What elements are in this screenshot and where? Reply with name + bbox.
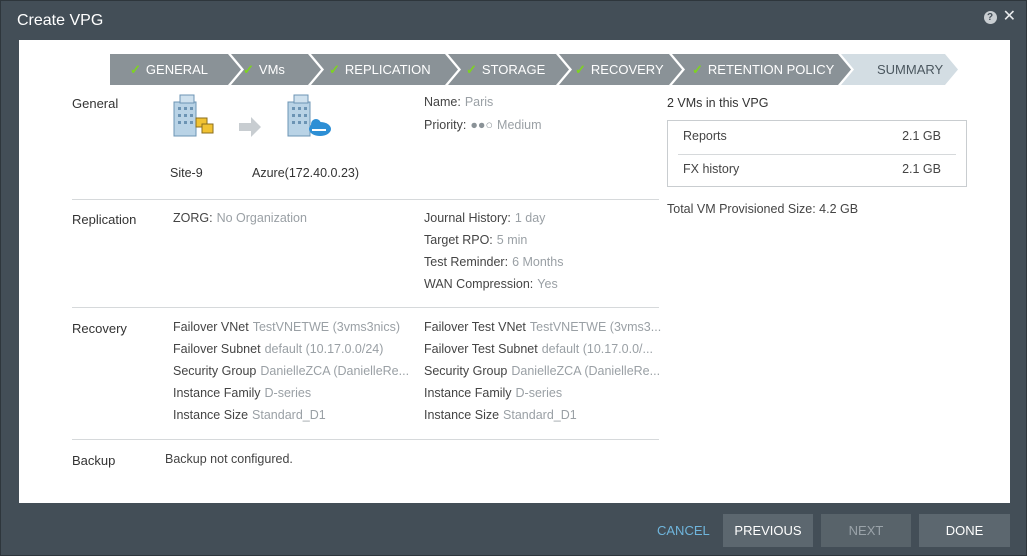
divider bbox=[72, 439, 659, 440]
target-site-name: Azure(172.40.0.23) bbox=[252, 166, 360, 180]
check-icon: ✓ bbox=[575, 62, 586, 77]
cancel-button[interactable]: CANCEL bbox=[657, 523, 710, 538]
wan-compression-row: WAN Compression: Yes bbox=[424, 277, 558, 291]
vm-name: Reports bbox=[683, 129, 727, 143]
close-icon[interactable]: ✕ bbox=[1003, 9, 1016, 25]
section-replication-label: Replication bbox=[72, 212, 137, 227]
source-site-icon bbox=[173, 94, 214, 137]
window-controls: ? ✕ bbox=[983, 9, 1016, 25]
step-retention-policy[interactable]: ✓ RETENTION POLICY bbox=[672, 54, 851, 85]
check-icon: ✓ bbox=[466, 62, 477, 77]
instance-family-row: Instance Family D-series bbox=[173, 386, 312, 400]
step-summary[interactable]: SUMMARY bbox=[841, 54, 958, 85]
vpg-priority-row: Priority: ●●○ Medium bbox=[424, 118, 542, 132]
test-security-group-row: Security Group DanielleZCA (DanielleRe... bbox=[424, 364, 661, 378]
divider bbox=[72, 199, 659, 200]
source-site-name: Site-9 bbox=[170, 166, 203, 180]
vm-list: Reports 2.1 GB FX history 2.1 GB bbox=[667, 120, 967, 187]
list-item[interactable]: Reports 2.1 GB bbox=[683, 121, 941, 153]
failover-subnet-row: Failover Subnet default (10.17.0.0/24) bbox=[173, 342, 384, 356]
check-icon: ✓ bbox=[329, 62, 340, 77]
check-icon: ✓ bbox=[692, 62, 703, 77]
total-provisioned-size: Total VM Provisioned Size: 4.2 GB bbox=[667, 202, 859, 216]
help-icon[interactable]: ? bbox=[983, 10, 997, 24]
failover-test-vnet-row: Failover Test VNet TestVNETWE (3vms3... bbox=[424, 320, 662, 334]
backup-status: Backup not configured. bbox=[165, 452, 293, 466]
vm-size: 2.1 GB bbox=[902, 162, 941, 176]
vm-size: 2.1 GB bbox=[902, 129, 941, 143]
failover-test-subnet-row: Failover Test Subnet default (10.17.0.0/.… bbox=[424, 342, 653, 356]
test-reminder-row: Test Reminder: 6 Months bbox=[424, 255, 564, 269]
check-icon: ✓ bbox=[130, 62, 141, 77]
vpg-name-row: Name: Paris bbox=[424, 95, 494, 109]
step-general[interactable]: ✓ GENERAL bbox=[110, 54, 241, 85]
check-icon: ✓ bbox=[243, 62, 254, 77]
step-replication[interactable]: ✓ REPLICATION bbox=[311, 54, 458, 85]
create-vpg-dialog: Create VPG ? ✕ ✓ GENERAL ✓ VMs ✓ REPLICATIO… bbox=[0, 0, 1027, 556]
test-instance-size-row: Instance Size Standard_D1 bbox=[424, 408, 577, 422]
instance-size-row: Instance Size Standard_D1 bbox=[173, 408, 326, 422]
vms-heading: 2 VMs in this VPG bbox=[667, 96, 769, 110]
failover-vnet-row: Failover VNet TestVNETWE (3vms3nics) bbox=[173, 320, 400, 334]
list-item[interactable]: FX history 2.1 GB bbox=[683, 154, 941, 186]
step-storage[interactable]: ✓ STORAGE bbox=[448, 54, 569, 85]
vm-name: FX history bbox=[683, 162, 740, 176]
section-recovery-label: Recovery bbox=[72, 321, 127, 336]
section-general-label: General bbox=[72, 96, 119, 111]
done-button[interactable]: DONE bbox=[919, 514, 1010, 547]
zorg-row: ZORG: No Organization bbox=[173, 211, 307, 225]
summary-content: ✓ GENERAL ✓ VMs ✓ REPLICATION ✓ STORAGE ✓ REC… bbox=[19, 40, 1010, 503]
next-button[interactable]: NEXT bbox=[821, 514, 911, 547]
journal-history-row: Journal History: 1 day bbox=[424, 211, 546, 225]
priority-dots-icon: ●●○ bbox=[470, 118, 494, 132]
dialog-title: Create VPG bbox=[17, 12, 104, 29]
arrow-right-icon bbox=[239, 117, 261, 137]
section-backup-label: Backup bbox=[72, 453, 116, 468]
target-rpo-row: Target RPO: 5 min bbox=[424, 233, 528, 247]
security-group-row: Security Group DanielleZCA (DanielleRe... bbox=[173, 364, 410, 378]
target-site-icon bbox=[287, 94, 331, 137]
previous-button[interactable]: PREVIOUS bbox=[723, 514, 813, 547]
test-instance-family-row: Instance Family D-series bbox=[424, 386, 563, 400]
wizard-steps: ✓ GENERAL ✓ VMs ✓ REPLICATION ✓ STORAGE ✓ REC… bbox=[110, 54, 958, 85]
step-vms[interactable]: ✓ VMs bbox=[231, 54, 321, 85]
divider bbox=[72, 307, 659, 308]
step-recovery[interactable]: ✓ RECOVERY bbox=[559, 54, 682, 85]
